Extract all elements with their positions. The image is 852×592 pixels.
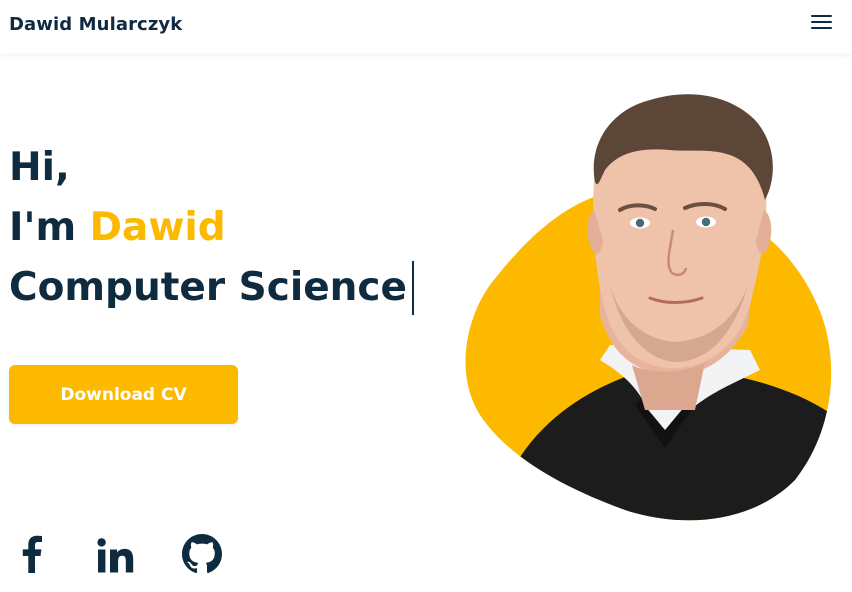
- github-icon[interactable]: [182, 534, 222, 574]
- brand-name[interactable]: Dawid Mularczyk: [9, 14, 182, 35]
- intro-prefix: I'm: [9, 205, 77, 250]
- role-line: Computer Science: [9, 258, 414, 318]
- menu-bar: [811, 21, 832, 24]
- greeting-line: Hi,: [9, 145, 70, 190]
- linkedin-icon[interactable]: [97, 538, 135, 573]
- intro-line: I'm Dawid: [9, 198, 414, 258]
- hero-name: Dawid: [89, 205, 226, 250]
- profile-photo: [460, 70, 845, 525]
- download-cv-button[interactable]: Download CV: [9, 365, 238, 424]
- facebook-icon[interactable]: [22, 535, 42, 573]
- typed-role: Computer Science: [9, 265, 407, 310]
- hamburger-menu-icon[interactable]: [811, 13, 833, 31]
- typing-caret: [412, 260, 414, 315]
- top-navbar: Dawid Mularczyk: [0, 0, 852, 54]
- hero-heading: Hi, I'm Dawid Computer Science: [9, 138, 414, 318]
- menu-bar: [811, 27, 832, 30]
- menu-bar: [811, 15, 832, 18]
